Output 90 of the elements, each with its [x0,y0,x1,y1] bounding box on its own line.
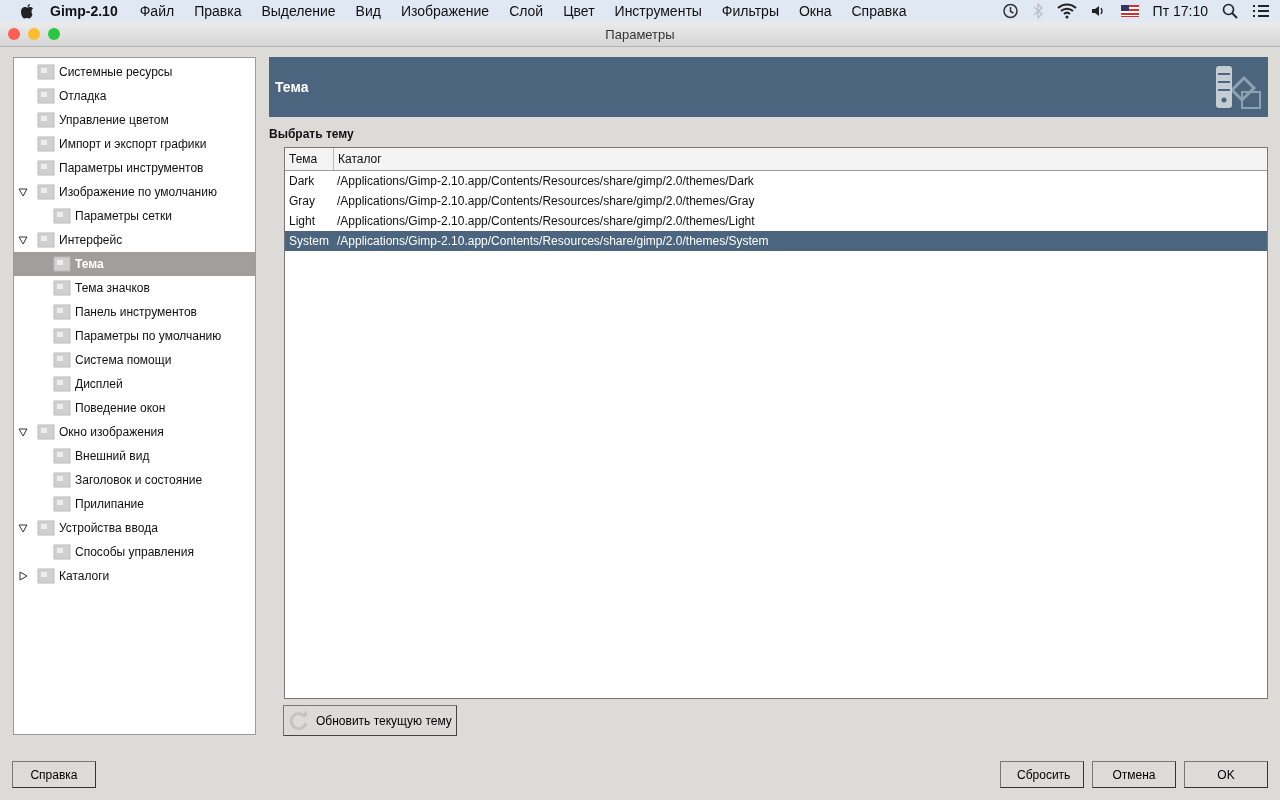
page-icon [52,494,72,514]
table-cell: /Applications/Gimp-2.10.app/Contents/Resources/share/gimp/2.0/themes/Dark [337,174,754,188]
table-row[interactable]: System /Applications/Gimp-2.10.app/Contents/Resources/share/gimp/2.0/themes/System [285,231,1267,251]
page-icon [36,230,56,250]
page-icon [52,350,72,370]
apple-logo-icon[interactable] [20,3,34,19]
tree-item[interactable]: Способы управления [14,540,255,564]
menu-item[interactable]: Окна [788,3,842,19]
tree-item[interactable]: Прилипание [14,492,255,516]
table-cell: /Applications/Gimp-2.10.app/Contents/Resources/share/gimp/2.0/themes/System [337,234,769,248]
help-button[interactable]: Справка [12,761,96,788]
page-icon [52,374,72,394]
tree-item[interactable]: Окно изображения [14,420,255,444]
tree-item[interactable]: Дисплей [14,372,255,396]
tree-item[interactable]: Система помощи [14,348,255,372]
table-cell: /Applications/Gimp-2.10.app/Contents/Resources/share/gimp/2.0/themes/Gray [337,194,755,208]
page-icon [36,422,56,442]
wifi-icon[interactable] [1056,3,1077,19]
column-header[interactable]: Тема [285,148,334,170]
cancel-button[interactable]: Отмена [1092,761,1176,788]
section-title: Выбрать тему [269,127,355,141]
page-icon [52,542,72,562]
table-cell-text: Light [288,214,317,228]
tree-item[interactable]: Панель инструментов [14,300,255,324]
page-icon [52,254,72,274]
menu-item[interactable]: Слой [499,3,554,19]
page-icon [52,398,72,418]
expander-right-icon[interactable] [18,571,28,581]
tree-item[interactable]: Системные ресурсы [14,60,255,84]
page-icon [36,566,56,586]
page-title: Тема [275,79,309,95]
page-icon [36,182,56,202]
column-header[interactable]: Каталог [334,148,382,170]
page-icon [52,326,72,346]
tree-item[interactable]: Изображение по умолчанию [14,180,255,204]
page-icon [52,470,72,490]
search-icon[interactable] [1222,3,1238,19]
page-icon [52,302,72,322]
app-menu[interactable]: Gimp-2.10 [34,3,130,19]
flag-icon[interactable] [1120,5,1139,17]
menu-item[interactable]: Цвет [553,3,605,19]
tree-item[interactable]: Устройства ввода [14,516,255,540]
expander-down-icon[interactable] [18,427,28,437]
list-icon[interactable] [1252,4,1270,18]
table-row[interactable]: Dark /Applications/Gimp-2.10.app/Contents/Resources/share/gimp/2.0/themes/Dark [285,171,1267,191]
tree-item[interactable]: Отладка [14,84,255,108]
page-icon [52,278,72,298]
tree-item[interactable]: Параметры сетки [14,204,255,228]
page-icon [52,206,72,226]
menu-item[interactable]: Фильтры [711,3,789,19]
refresh-icon [288,709,310,732]
page-icon [36,62,56,82]
tree-item[interactable]: Параметры инструментов [14,156,255,180]
menu-item[interactable]: Инструменты [604,3,712,19]
ok-button[interactable]: OK [1184,761,1268,788]
table-cell-text: Dark [288,174,316,188]
tree-item[interactable]: Параметры по умолчанию [14,324,255,348]
table-row[interactable]: Light /Applications/Gimp-2.10.app/Contents/Resources/share/gimp/2.0/themes/Light [285,211,1267,231]
clock-text[interactable]: Пт 17:10 [1152,3,1208,19]
reset-button[interactable]: Сбросить [1000,761,1084,788]
refresh-theme-button[interactable]: Обновить текущую тему [283,705,457,736]
tree-item[interactable]: Заголовок и состояние [14,468,255,492]
page-icon [36,158,56,178]
tree-item[interactable]: Поведение окон [14,396,255,420]
page-icon [52,446,72,466]
menu-item[interactable]: Вид [345,3,391,19]
tree-item[interactable]: Тема значков [14,276,255,300]
window-title: Параметры [605,26,675,42]
menu-item[interactable]: Файл [129,3,185,19]
menu-item[interactable]: Справка [841,3,917,19]
tree-item[interactable]: Интерфейс [14,228,255,252]
table-cell-text: System [288,234,330,248]
tree-item[interactable]: Импорт и экспорт графики [14,132,255,156]
tree-item[interactable]: Каталоги [14,564,255,588]
menu-item[interactable]: Выделение [251,3,346,19]
expander-down-icon[interactable] [18,235,28,245]
page-icon [36,134,56,154]
tree-item[interactable]: Управление цветом [14,108,255,132]
page-icon [36,110,56,130]
table-cell: /Applications/Gimp-2.10.app/Contents/Resources/share/gimp/2.0/themes/Light [337,214,755,228]
page-icon [36,518,56,538]
tree-item[interactable]: Внешний вид [14,444,255,468]
menu-item[interactable]: Правка [184,3,252,19]
expander-down-icon[interactable] [18,523,28,533]
table-row[interactable]: Gray /Applications/Gimp-2.10.app/Contents/Resources/share/gimp/2.0/themes/Gray [285,191,1267,211]
page-icon [36,86,56,106]
menu-item[interactable]: Изображение [390,3,500,19]
table-cell-text: Gray [288,194,316,208]
expander-down-icon[interactable] [18,187,28,197]
clock-history-icon[interactable] [1000,2,1019,20]
